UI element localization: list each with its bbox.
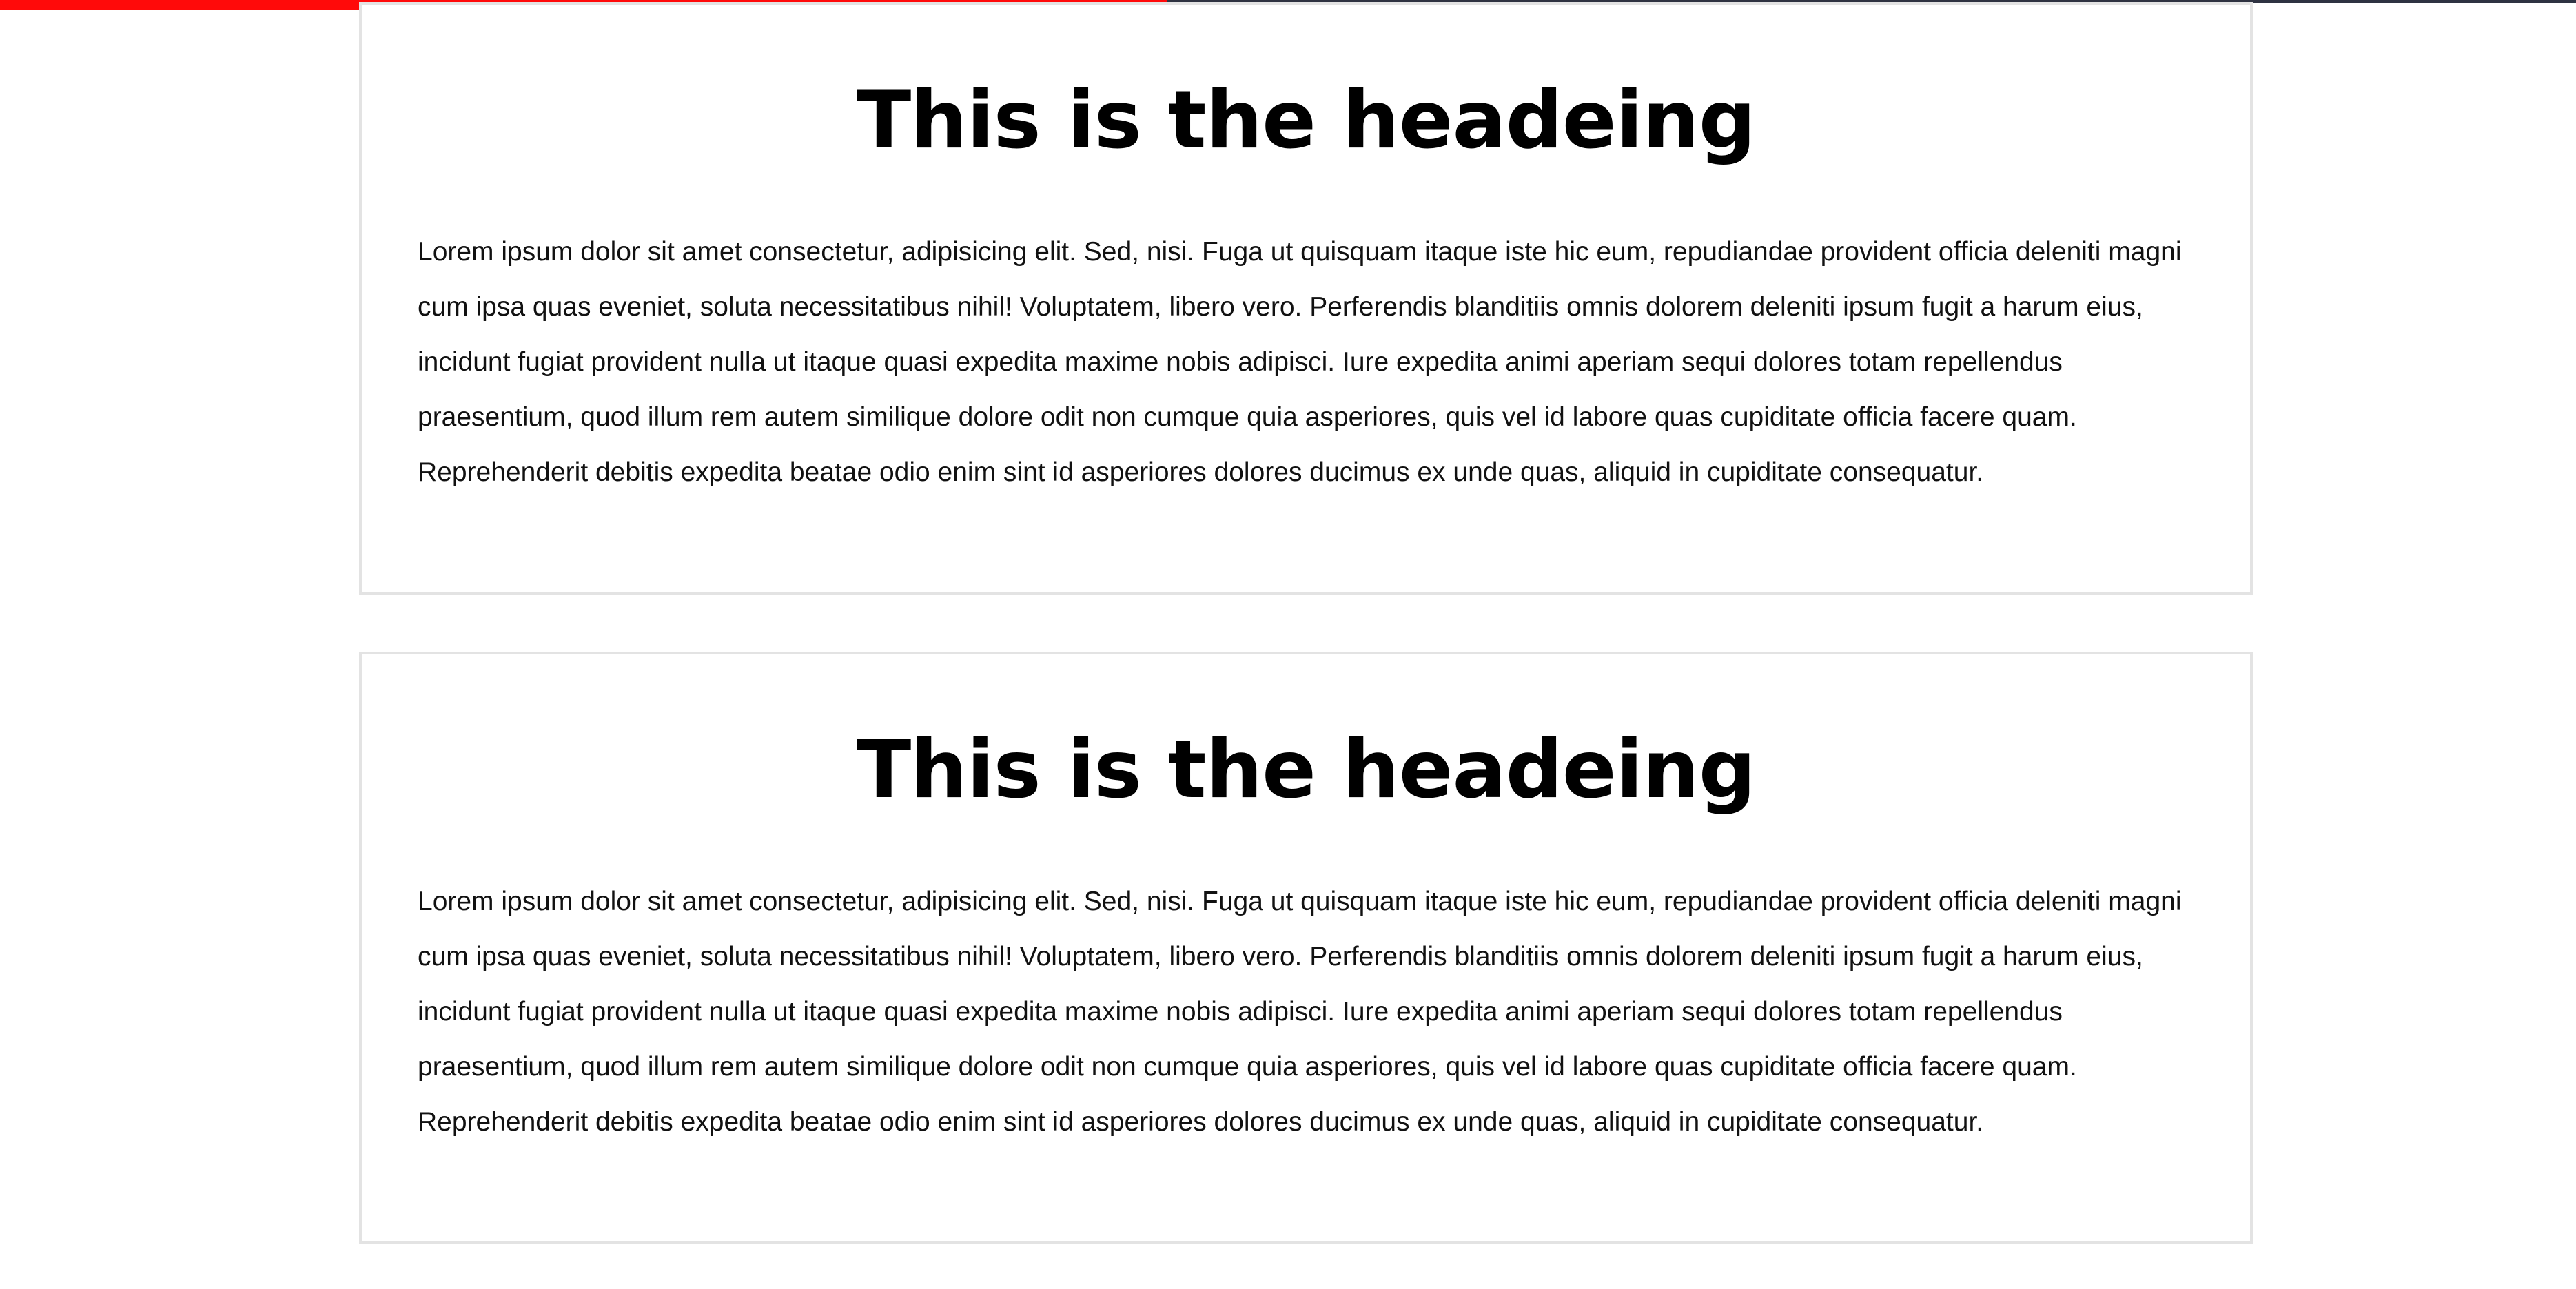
article-card: This is the headeing Lorem ipsum dolor s…: [359, 2, 2253, 595]
article-body: Lorem ipsum dolor sit amet consectetur, …: [418, 887, 2182, 1137]
article-heading: This is the headeing: [857, 723, 1756, 816]
article-card: This is the headeing Lorem ipsum dolor s…: [359, 652, 2253, 1244]
article-heading: This is the headeing: [857, 74, 1756, 167]
article-body: Lorem ipsum dolor sit amet consectetur, …: [418, 237, 2182, 487]
